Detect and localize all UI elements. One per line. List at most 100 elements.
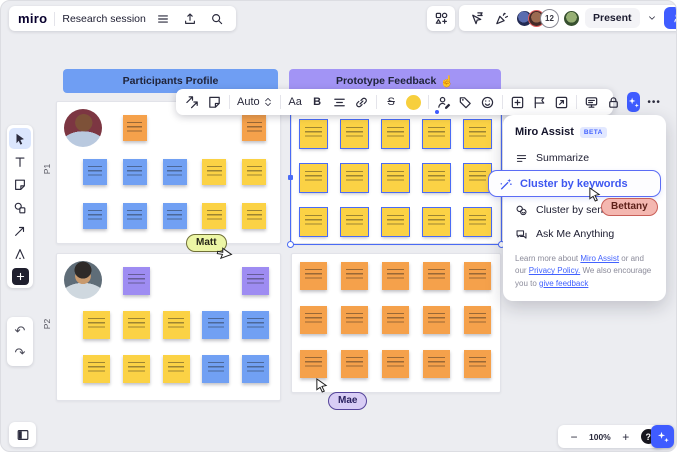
miro-logo[interactable]: miro: [18, 11, 47, 26]
sticky-note-orange[interactable]: [464, 350, 491, 378]
sticky-note-yellow[interactable]: [341, 164, 368, 192]
align-icon[interactable]: [329, 92, 350, 113]
sticky-note-orange[interactable]: [341, 306, 368, 334]
author-icon[interactable]: [433, 92, 454, 113]
sticky-note-orange[interactable]: [300, 350, 327, 378]
sticky-note-blue[interactable]: [163, 159, 187, 185]
search-icon[interactable]: [207, 9, 227, 29]
sticky-note-blue[interactable]: [242, 355, 269, 383]
sticky-note-yellow[interactable]: [123, 311, 150, 339]
fit-frame-icon[interactable]: [551, 92, 572, 113]
sticky-note-purple[interactable]: [242, 267, 269, 295]
sticky-note-orange[interactable]: [382, 262, 409, 290]
select-tool[interactable]: [9, 128, 31, 149]
sticky-note-tool[interactable]: [9, 174, 31, 195]
emoji-icon[interactable]: [477, 92, 498, 113]
participant-1-card[interactable]: [56, 101, 281, 244]
sticky-note-blue[interactable]: [202, 355, 229, 383]
text-tool[interactable]: [9, 151, 31, 172]
assist-item-cluster-keywords[interactable]: Cluster by keywords: [488, 170, 661, 197]
sticky-note-yellow[interactable]: [123, 355, 150, 383]
sticky-note-blue[interactable]: [242, 311, 269, 339]
share-button[interactable]: Share: [664, 7, 677, 29]
sticky-note-blue[interactable]: [83, 159, 107, 185]
sticky-note-yellow[interactable]: [341, 208, 368, 236]
board-menu-icon[interactable]: [153, 9, 173, 29]
shapes-tool[interactable]: [9, 197, 31, 218]
present-button[interactable]: Present: [585, 8, 640, 28]
color-swatch-button[interactable]: [403, 92, 424, 113]
sticky-note-orange[interactable]: [423, 350, 450, 378]
sticky-note-yellow[interactable]: [83, 311, 110, 339]
participant-2-card[interactable]: [56, 253, 281, 401]
pen-tool[interactable]: [9, 243, 31, 264]
sticky-note-yellow[interactable]: [242, 203, 266, 229]
miro-assist-link[interactable]: Miro Assist: [580, 254, 619, 263]
sticky-note-orange[interactable]: [123, 115, 147, 141]
board-title[interactable]: Research session: [62, 13, 145, 25]
sticky-note-yellow[interactable]: [300, 120, 327, 148]
font-button[interactable]: Aa: [285, 92, 306, 113]
switch-type-icon[interactable]: [182, 92, 203, 113]
apps-button[interactable]: [427, 6, 455, 31]
chart-flag-icon[interactable]: [529, 92, 550, 113]
sticky-note-blue[interactable]: [83, 203, 107, 229]
sticky-note-yellow[interactable]: [382, 208, 409, 236]
miro-assist-fab[interactable]: [651, 425, 674, 448]
sticky-note-yellow[interactable]: [382, 164, 409, 192]
sticky-note-yellow[interactable]: [300, 208, 327, 236]
sticky-note-yellow[interactable]: [464, 208, 491, 236]
sticky-note-orange[interactable]: [242, 115, 266, 141]
bold-button[interactable]: B: [307, 92, 328, 113]
tag-icon[interactable]: [455, 92, 476, 113]
sticky-note-orange[interactable]: [423, 262, 450, 290]
sticky-note-yellow[interactable]: [202, 203, 226, 229]
sticky-note-orange[interactable]: [300, 262, 327, 290]
sticky-note-blue[interactable]: [123, 203, 147, 229]
sticky-note-yellow[interactable]: [423, 120, 450, 148]
arrow-tool[interactable]: [9, 220, 31, 241]
reactions-icon[interactable]: [491, 8, 511, 28]
sticky-note-purple[interactable]: [123, 267, 150, 295]
sticky-note-yellow[interactable]: [202, 159, 226, 185]
sticky-note-yellow[interactable]: [423, 208, 450, 236]
collab-cursors-icon[interactable]: [466, 8, 486, 28]
sticky-note-orange[interactable]: [300, 306, 327, 334]
strikethrough-button[interactable]: S: [381, 92, 402, 113]
sticky-note-yellow[interactable]: [83, 355, 110, 383]
collaborator-avatars[interactable]: 12: [516, 9, 580, 28]
privacy-policy-link[interactable]: Privacy Policy.: [529, 266, 580, 275]
sticky-note-blue[interactable]: [163, 203, 187, 229]
sticky-note-yellow[interactable]: [423, 164, 450, 192]
sticky-note-orange[interactable]: [341, 262, 368, 290]
link-icon[interactable]: [351, 92, 372, 113]
miro-assist-button[interactable]: [627, 92, 640, 112]
present-chevron-icon[interactable]: [645, 8, 659, 28]
sticky-note-yellow[interactable]: [382, 120, 409, 148]
avatar-facilitator[interactable]: [563, 10, 580, 27]
selection-handle[interactable]: [287, 241, 294, 248]
share-screen-icon[interactable]: [581, 92, 602, 113]
assist-item-ask-anything[interactable]: Ask Me Anything: [515, 222, 654, 246]
sticky-note-yellow[interactable]: [242, 159, 266, 185]
sticky-note-yellow[interactable]: [163, 311, 190, 339]
convert-to-card-icon[interactable]: [507, 92, 528, 113]
zoom-in-button[interactable]: +: [618, 429, 634, 445]
sticky-note-icon[interactable]: [204, 92, 225, 113]
export-icon[interactable]: [180, 9, 200, 29]
sticky-note-orange[interactable]: [382, 306, 409, 334]
text-size-control[interactable]: Auto: [234, 96, 276, 108]
frames-panel-button[interactable]: [9, 422, 36, 447]
sticky-note-orange[interactable]: [382, 350, 409, 378]
more-options-button[interactable]: •••: [644, 92, 665, 113]
zoom-level[interactable]: 100%: [589, 432, 611, 442]
sticky-note-orange[interactable]: [341, 350, 368, 378]
feedback-bottom-card[interactable]: [291, 253, 501, 393]
selection-edge-handle[interactable]: [288, 175, 293, 180]
assist-item-summarize[interactable]: Summarize: [515, 146, 654, 170]
sticky-note-yellow[interactable]: [300, 164, 327, 192]
zoom-out-button[interactable]: −: [566, 429, 582, 445]
sticky-note-blue[interactable]: [123, 159, 147, 185]
sticky-note-orange[interactable]: [464, 306, 491, 334]
sticky-note-blue[interactable]: [202, 311, 229, 339]
